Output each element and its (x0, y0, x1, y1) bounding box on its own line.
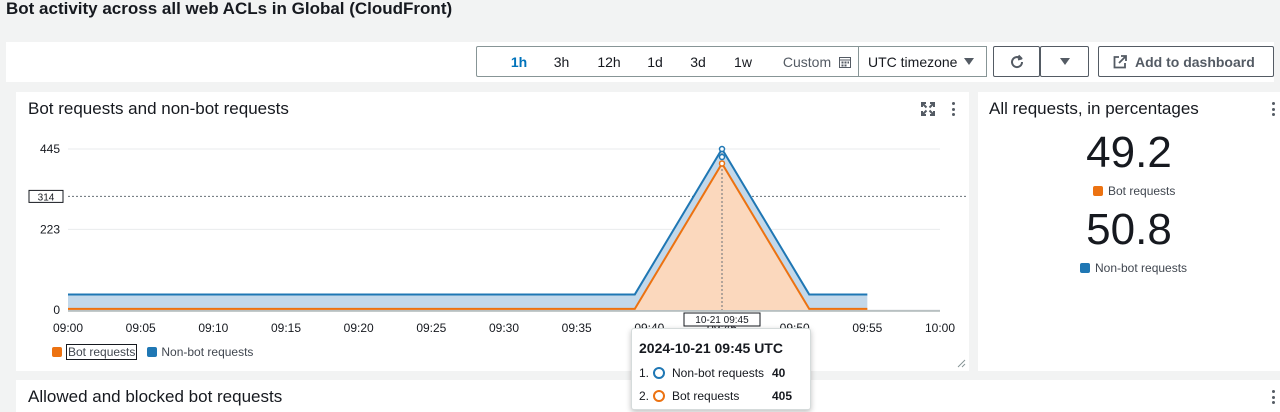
chart-tooltip: 2024-10-21 09:45 UTC 1. Non-bot requests… (631, 328, 811, 410)
caret-down-icon (1059, 58, 1070, 65)
series-marker-icon (653, 367, 665, 379)
panel-menu-icon[interactable] (1272, 102, 1276, 116)
refresh-button[interactable] (993, 46, 1040, 77)
tooltip-row-index: 1. (639, 366, 650, 380)
bot-percentage-value: 49.2 (1086, 128, 1172, 177)
non-bot-swatch (147, 347, 158, 357)
tooltip-row-bot: 2. Bot requests 405 (639, 389, 809, 403)
legend-label-bot: Bot requests (66, 344, 138, 360)
non-bot-percentage-value: 50.8 (1086, 205, 1172, 254)
external-link-icon (1113, 54, 1127, 68)
chart-title: Bot requests and non-bot requests (28, 99, 289, 118)
percentages-panel: All requests, in percentages 49.2 Bot re… (978, 92, 1280, 371)
tooltip-row-index: 2. (639, 389, 650, 403)
percent-panel-title: All requests, in percentages (989, 99, 1199, 118)
bot-swatch (52, 347, 62, 357)
tooltip-row-label: Non-bot requests (672, 366, 765, 380)
legend-item-bot[interactable]: Bot requests (52, 344, 138, 360)
tooltip-title: 2024-10-21 09:45 UTC (639, 340, 783, 356)
refresh-icon (1010, 54, 1023, 68)
calendar-icon (839, 56, 852, 68)
custom-range-label: Custom (782, 53, 832, 70)
expand-icon[interactable] (921, 102, 935, 116)
tooltip-row-value: 405 (772, 389, 793, 403)
allowed-blocked-title: Allowed and blocked bot requests (28, 387, 283, 406)
caret-down-icon (964, 58, 974, 65)
panel-menu-icon[interactable] (1272, 390, 1276, 404)
bot-requests-chart-panel: Bot requests and non-bot requests (16, 92, 969, 371)
legend-item-non-bot[interactable]: Non-bot requests (147, 345, 253, 359)
time-range-selector: 1h 3h 12h 1d 3d 1w Custom (476, 46, 859, 77)
non-bot-percentage-text: Non-bot requests (1095, 261, 1188, 275)
panel-menu-icon[interactable] (952, 102, 956, 116)
series-marker-icon (653, 390, 665, 402)
refresh-options-button[interactable] (1040, 46, 1089, 77)
non-bot-percentage-label: Non-bot requests (1080, 261, 1187, 275)
tooltip-row-non-bot: 1. Non-bot requests 40 (639, 366, 809, 380)
range-3h-button[interactable]: 3h (546, 47, 577, 76)
timezone-select[interactable]: UTC timezone (859, 46, 987, 77)
non-bot-swatch (1080, 263, 1090, 273)
custom-range-button[interactable]: Custom (779, 47, 855, 76)
bot-swatch (1093, 186, 1103, 196)
page-title: Bot activity across all web ACLs in Glob… (6, 0, 453, 18)
bot-percentage-label: Bot requests (1093, 184, 1175, 198)
bot-percentage-text: Bot requests (1108, 184, 1176, 198)
range-1d-button[interactable]: 1d (642, 47, 668, 76)
chart-legend: Bot requests Non-bot requests (52, 344, 263, 360)
resize-handle-icon[interactable] (956, 358, 966, 368)
legend-label-non-bot: Non-bot requests (161, 345, 254, 359)
range-1w-button[interactable]: 1w (728, 47, 758, 76)
timezone-label: UTC timezone (868, 53, 958, 70)
tooltip-row-label: Bot requests (672, 389, 740, 403)
range-12h-button[interactable]: 12h (592, 47, 626, 76)
tooltip-row-value: 40 (772, 366, 786, 380)
range-3d-button[interactable]: 3d (684, 47, 712, 76)
add-to-dashboard-label: Add to dashboard (1135, 53, 1255, 70)
add-to-dashboard-button[interactable]: Add to dashboard (1098, 46, 1274, 77)
